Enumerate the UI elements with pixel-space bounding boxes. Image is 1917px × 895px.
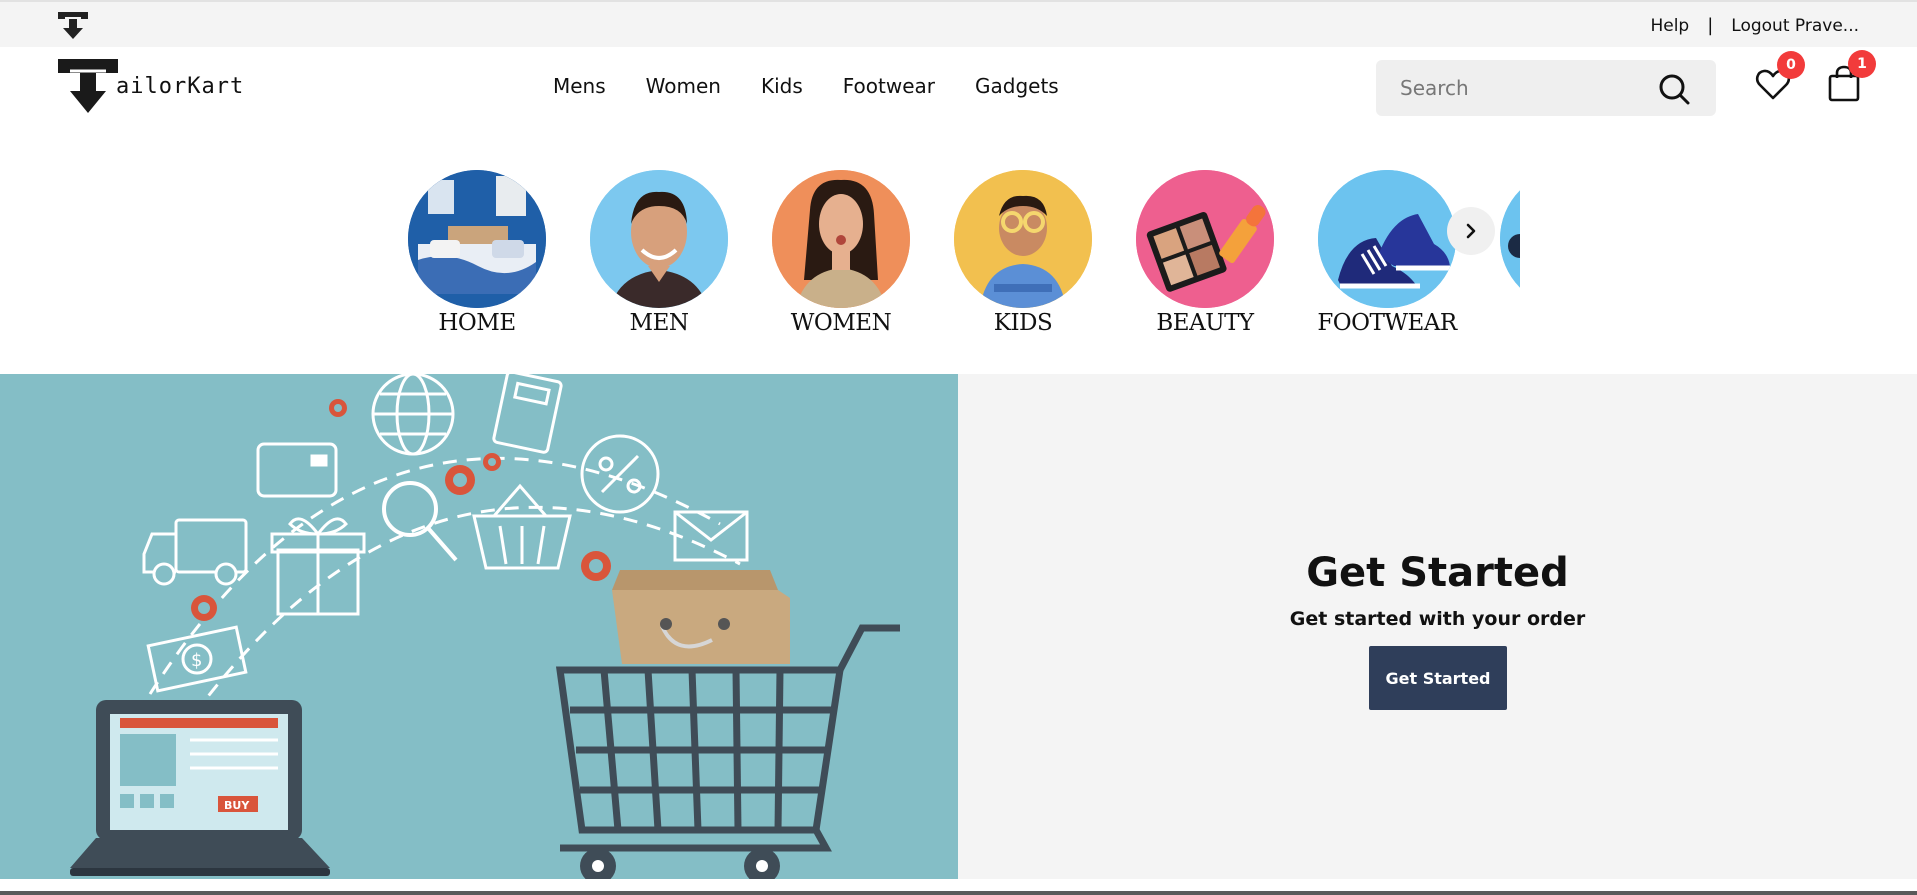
category-beauty-image (1136, 170, 1274, 308)
hero-subtitle: Get started with your order (1289, 608, 1586, 630)
category-item-beauty[interactable]: BEAUTY (1128, 150, 1288, 350)
links-separator: | (1707, 15, 1714, 36)
bedroom-illustration (408, 170, 546, 308)
hero-title: Get Started (1306, 550, 1569, 596)
category-kids-label: KIDS (993, 310, 1053, 336)
nav-item-gadgets[interactable]: Gadgets (975, 74, 1059, 98)
gadget-illustration (1500, 170, 1520, 308)
kid-portrait-illustration (954, 170, 1092, 308)
category-item-home[interactable]: HOME (400, 150, 560, 350)
makeup-palette-illustration (1136, 170, 1274, 308)
category-beauty-label: BEAUTY (1156, 310, 1254, 336)
search-input[interactable] (1400, 73, 1650, 103)
main-header: ailorKart Mens Women Kids Footwear Gadge… (0, 47, 1917, 129)
wishlist-count-badge: 0 (1777, 51, 1805, 79)
category-item-women[interactable]: WOMEN (764, 150, 924, 350)
primary-nav: Mens Women Kids Footwear Gadgets (553, 74, 1059, 98)
category-men-label: MEN (629, 310, 689, 336)
chevron-right-icon (1466, 223, 1476, 239)
page-bottom-divider (0, 891, 1917, 895)
category-women-label: WOMEN (790, 310, 892, 336)
nav-item-footwear[interactable]: Footwear (843, 74, 935, 98)
hero-ecommerce-illustration: $ BUY (0, 374, 958, 879)
cart-count-badge: 1 (1848, 50, 1876, 78)
brand-logo[interactable]: ailorKart (56, 57, 244, 115)
sneakers-illustration (1318, 170, 1456, 308)
buy-label: BUY (224, 799, 250, 812)
search-box (1376, 60, 1716, 116)
category-item-footwear[interactable]: FOOTWEAR (1310, 150, 1470, 350)
logout-link[interactable]: Logout Prave... (1731, 16, 1859, 36)
category-item-partial[interactable]: G (1492, 150, 1520, 350)
category-item-kids[interactable]: KIDS (946, 150, 1106, 350)
category-men-image (590, 170, 728, 308)
carousel-next-button[interactable] (1447, 207, 1495, 255)
search-icon[interactable] (1658, 73, 1690, 105)
category-partial-image (1500, 170, 1520, 308)
hero-cta-panel: Get Started Get started with your order … (958, 374, 1917, 879)
brand-wordmark: ailorKart (116, 74, 245, 99)
help-link[interactable]: Help (1650, 16, 1689, 36)
category-partial-label: G (1492, 310, 1520, 336)
category-home-image (408, 170, 546, 308)
top-utility-bar: Help | Logout Prave... (0, 0, 1917, 47)
brand-mini-logo-icon[interactable] (56, 10, 90, 40)
online-shopping-illustration: $ BUY (0, 374, 958, 879)
category-carousel: HOME MEN WOMEN KIDS BEAUTY FOOTWEAR (400, 150, 1520, 350)
man-portrait-illustration (590, 170, 728, 308)
woman-portrait-illustration (772, 170, 910, 308)
nav-item-women[interactable]: Women (646, 74, 721, 98)
account-links: Help | Logout Prave... (1650, 15, 1859, 36)
nav-item-mens[interactable]: Mens (553, 74, 606, 98)
category-footwear-image (1318, 170, 1456, 308)
nav-item-kids[interactable]: Kids (761, 74, 803, 98)
category-item-men[interactable]: MEN (582, 150, 742, 350)
tailorkart-t-logo-icon (58, 59, 118, 113)
category-women-image (772, 170, 910, 308)
hero-section: $ BUY Get Started Get started with your … (0, 374, 1917, 879)
get-started-button[interactable]: Get Started (1369, 646, 1507, 710)
category-footwear-label: FOOTWEAR (1317, 310, 1457, 336)
svg-text:$: $ (191, 650, 202, 671)
category-kids-image (954, 170, 1092, 308)
category-home-label: HOME (438, 310, 516, 336)
